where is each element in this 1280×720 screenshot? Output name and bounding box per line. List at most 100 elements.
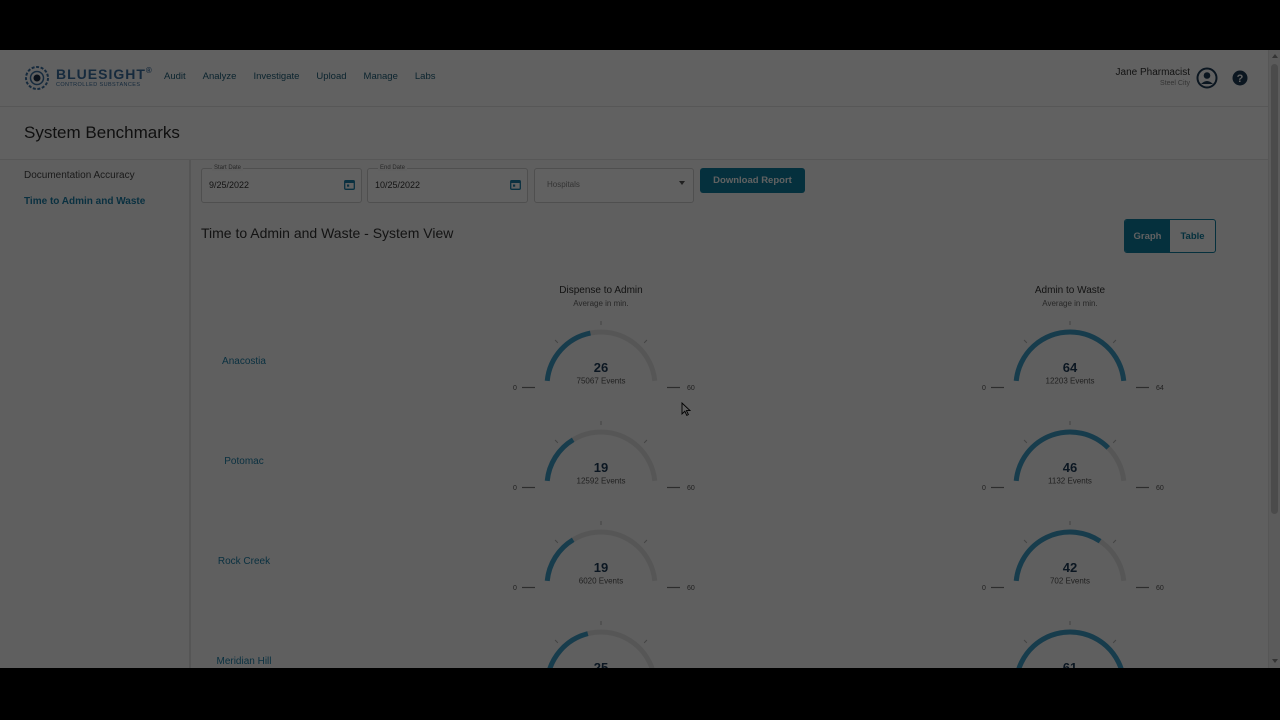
gauge-tick (1112, 339, 1117, 344)
gauge-max-label: 60 (687, 485, 695, 492)
gauge-tick (1023, 439, 1028, 444)
download-report-button[interactable]: Download Report (700, 168, 805, 193)
gauge-events-label: 12592 Events (577, 477, 626, 486)
gauge-value-arc (1013, 529, 1102, 582)
column-title: Dispense to Admin (559, 285, 643, 296)
page-scrollbar[interactable] (1268, 50, 1280, 668)
hospitals-select[interactable]: Hospitals (534, 168, 694, 203)
hospital-link-meridian-hill[interactable]: Meridian Hill (184, 656, 304, 667)
graph-view-button[interactable]: Graph (1125, 220, 1170, 252)
gauge-tick (554, 439, 559, 444)
gauge-max-label: 60 (687, 385, 695, 392)
user-name: Jane Pharmacist (1115, 67, 1190, 78)
gauge-tick (554, 539, 559, 544)
section-title: Time to Admin and Waste - System View (201, 225, 454, 241)
scroll-thumb[interactable] (1271, 64, 1278, 514)
bluesight-logo[interactable]: BLUESIGHT® CONTROLLED SUBSTANCES (24, 64, 153, 92)
gauge-min-label: 0 (513, 385, 517, 392)
column-header-admin-to-waste: Admin to Waste Average in min. (970, 285, 1170, 308)
gauge-tick (1112, 439, 1117, 444)
gauge-events-label: 702 Events (1050, 577, 1090, 586)
mouse-cursor-icon (681, 402, 691, 416)
gauge-tick (554, 339, 559, 344)
gauge-value-arc (544, 437, 575, 482)
gauge-value-arc (544, 330, 591, 382)
gauge-value-arc (547, 631, 589, 668)
sidebar-item-documentation-accuracy[interactable]: Documentation Accuracy (24, 170, 135, 181)
end-date-label: End Date (378, 165, 408, 171)
gauge-value-arc (1016, 629, 1124, 668)
scroll-down-arrow-icon[interactable] (1272, 659, 1278, 663)
column-header-dispense-to-admin: Dispense to Admin Average in min. (501, 285, 701, 308)
hospital-link-potomac[interactable]: Potomac (184, 456, 304, 467)
gauge-min-label: 0 (982, 385, 986, 392)
user-location: Steel City (1160, 80, 1190, 87)
help-icon[interactable]: ? (1232, 70, 1248, 86)
gauge-max-label: 60 (1156, 485, 1164, 492)
nav-labs[interactable]: Labs (415, 71, 436, 82)
hospital-link-anacostia[interactable]: Anacostia (184, 356, 304, 367)
start-date-value: 9/25/2022 (209, 180, 250, 190)
gauge-value-label: 64 (1063, 360, 1078, 375)
hospitals-placeholder: Hospitals (547, 180, 580, 189)
chevron-down-icon (679, 181, 685, 185)
scroll-up-arrow-icon[interactable] (1272, 54, 1278, 58)
gauge-tick (1112, 639, 1117, 644)
gauge-min-label: 0 (513, 485, 517, 492)
main-nav: Audit Analyze Investigate Upload Manage … (164, 71, 452, 82)
nav-analyze[interactable]: Analyze (203, 71, 237, 82)
calendar-icon[interactable] (510, 179, 521, 190)
gauge-value-label: 61 (1063, 660, 1077, 668)
gauge-max-label: 60 (687, 585, 695, 592)
table-view-button[interactable]: Table (1170, 220, 1215, 252)
gauge-events-label: 6020 Events (579, 577, 623, 586)
user-info[interactable]: Jane Pharmacist Steel City (1116, 67, 1190, 87)
gauge-tick (643, 439, 648, 444)
gauge-events-label: 75067 Events (577, 377, 626, 386)
gauge-tick (554, 639, 559, 644)
top-navigation-bar: BLUESIGHT® CONTROLLED SUBSTANCES Audit A… (0, 50, 1268, 107)
nav-investigate[interactable]: Investigate (253, 71, 299, 82)
app-window: BLUESIGHT® CONTROLLED SUBSTANCES Audit A… (0, 50, 1280, 668)
user-avatar-icon[interactable] (1196, 67, 1218, 89)
gauge-tick (1112, 539, 1117, 544)
gauge-track (547, 629, 655, 668)
gauge-max-label: 60 (1156, 585, 1164, 592)
gauge-events-label: 1132 Events (1048, 477, 1092, 486)
nav-audit[interactable]: Audit (164, 71, 186, 82)
gauge-tick (643, 639, 648, 644)
gauge-events-label: 12203 Events (1046, 377, 1095, 386)
end-date-value: 10/25/2022 (375, 180, 421, 190)
gauge-tick (1023, 339, 1028, 344)
end-date-field[interactable]: End Date 10/25/2022 (367, 165, 528, 203)
nav-upload[interactable]: Upload (316, 71, 346, 82)
start-date-field[interactable]: Start Date 9/25/2022 (201, 165, 362, 203)
calendar-icon[interactable] (344, 179, 355, 190)
gauge-value-label: 19 (594, 560, 608, 575)
benchmarks-sidebar: Documentation Accuracy Time to Admin and… (0, 160, 191, 668)
svg-text:?: ? (1237, 73, 1244, 85)
gauge-track (544, 429, 658, 482)
gauge-value-label: 42 (1063, 560, 1077, 575)
start-date-label: Start Date (212, 165, 244, 171)
gauge-tick (1023, 539, 1028, 544)
gauge-tick (643, 339, 648, 344)
gauge-max-label: 64 (1156, 385, 1164, 392)
hospital-link-rock-creek[interactable]: Rock Creek (184, 556, 304, 567)
view-toggle: Graph Table (1124, 219, 1216, 253)
gauge-value-label: 19 (594, 460, 608, 475)
sidebar-item-time-to-admin-and-waste[interactable]: Time to Admin and Waste (24, 196, 145, 207)
gauge-tick (643, 539, 648, 544)
brand-registered-mark: ® (145, 66, 153, 76)
column-subtitle: Average in min. (1042, 299, 1098, 308)
page-title: System Benchmarks (24, 123, 180, 142)
brand-name: BLUESIGHT (56, 66, 146, 83)
gauge-value-label: 46 (1063, 460, 1077, 475)
column-title: Admin to Waste (1034, 285, 1106, 296)
gauge-value-arc (544, 537, 575, 582)
nav-manage[interactable]: Manage (364, 71, 398, 82)
gauge-value-arc (1013, 429, 1111, 482)
bluesight-logo-icon (25, 66, 49, 90)
gauge-track (1016, 629, 1124, 668)
gauge-min-label: 0 (513, 585, 517, 592)
